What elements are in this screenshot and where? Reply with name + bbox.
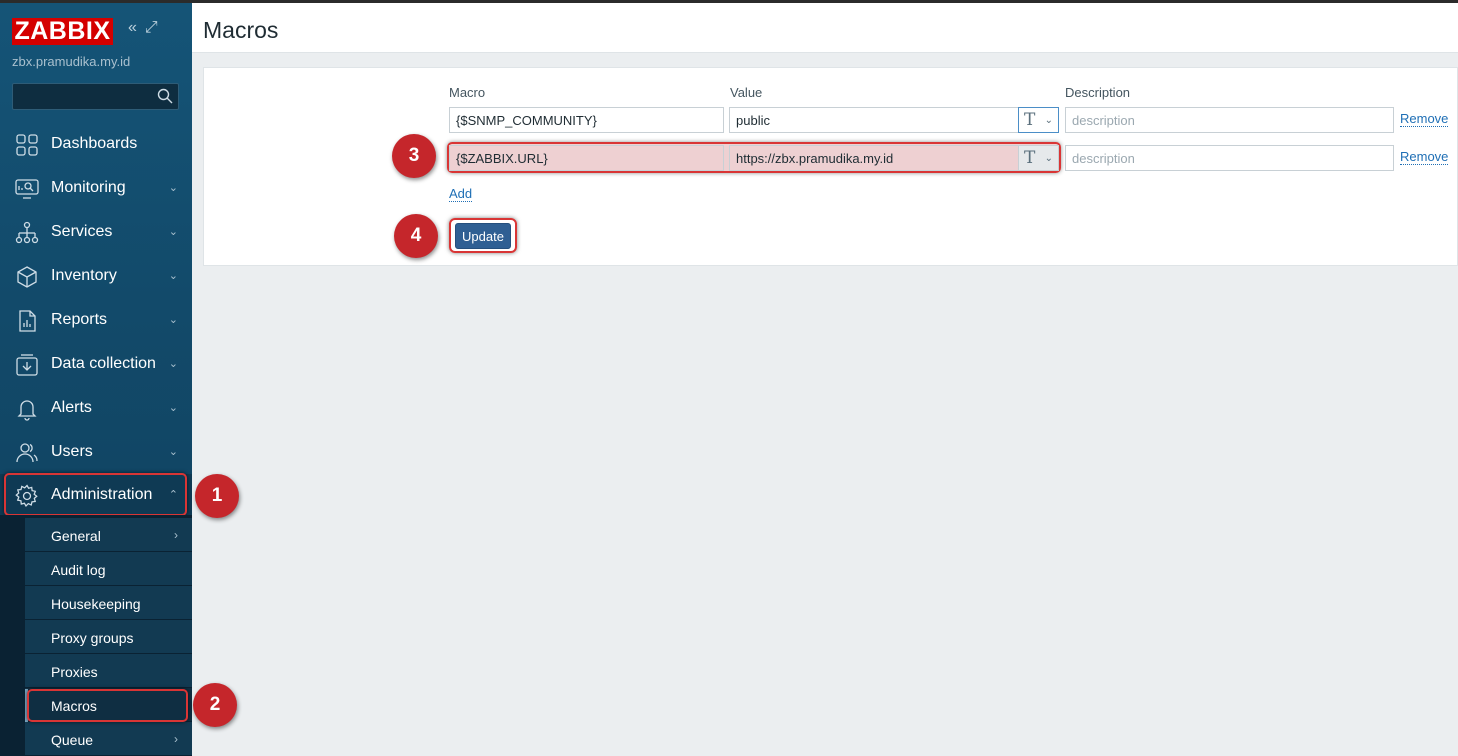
- server-name: zbx.pramudika.my.id: [12, 54, 131, 69]
- submenu-item-label: General: [51, 528, 101, 544]
- step-badge: 4: [394, 214, 438, 258]
- submenu-item-label: Queue: [51, 732, 94, 748]
- chevron-down-icon: ⌄: [168, 402, 178, 414]
- submenu-item-queue[interactable]: Queue ›: [25, 722, 192, 756]
- search-icon[interactable]: [157, 88, 173, 104]
- chevron-down-icon: ⌄: [1044, 115, 1053, 126]
- collapse-sidebar-icon[interactable]: «: [128, 19, 137, 36]
- chevron-right-icon: ›: [174, 732, 178, 746]
- value-type-button[interactable]: T ⌄: [1018, 107, 1059, 133]
- macro-name-input[interactable]: {$SNMP_COMMUNITY}: [449, 107, 724, 133]
- chevron-right-icon: ›: [174, 528, 178, 542]
- chevron-down-icon: ⌄: [168, 270, 178, 282]
- macro-description-input[interactable]: description: [1065, 107, 1394, 133]
- sidebar-item-label: Services: [51, 223, 113, 240]
- macro-description-input[interactable]: description: [1065, 145, 1394, 171]
- submenu-item-audit-log[interactable]: Audit log: [25, 552, 192, 586]
- sidebar-item-label: Dashboards: [51, 135, 138, 152]
- page-header: Macros: [192, 3, 1458, 53]
- chevron-down-icon: ⌄: [168, 446, 178, 458]
- sidebar-item-dashboards[interactable]: Dashboards: [0, 123, 192, 167]
- page-title: Macros: [203, 17, 279, 43]
- step-badge: 2: [193, 683, 237, 727]
- search-box: [12, 83, 179, 110]
- reports-icon: [19, 310, 36, 332]
- step-badge: 3: [392, 134, 436, 178]
- macro-value-input[interactable]: public: [729, 107, 1019, 133]
- macro-value-input[interactable]: https://zbx.pramudika.my.id: [729, 145, 1019, 171]
- administration-highlight: [4, 473, 187, 516]
- sidebar-item-inventory[interactable]: Inventory ⌄: [0, 255, 192, 299]
- sidebar-item-data-collection[interactable]: Data collection ⌄: [0, 343, 192, 387]
- step-badge: 1: [195, 474, 239, 518]
- chevron-down-icon: ⌄: [168, 314, 178, 326]
- remove-link[interactable]: Remove: [1400, 150, 1449, 165]
- alerts-icon: [17, 400, 37, 421]
- submenu-item-proxy-groups[interactable]: Proxy groups: [25, 620, 192, 654]
- chevron-down-icon: ⌄: [168, 226, 178, 238]
- text-type-icon: T: [1024, 148, 1036, 168]
- chevron-down-icon: ⌄: [1044, 153, 1053, 164]
- sidebar-item-label: Reports: [51, 311, 108, 328]
- sidebar-item-users[interactable]: Users ⌄: [0, 431, 192, 475]
- sidebar-item-label: Monitoring: [51, 179, 126, 196]
- submenu-item-proxies[interactable]: Proxies: [25, 654, 192, 688]
- data-collection-icon: [16, 354, 38, 376]
- submenu-item-label: Housekeeping: [51, 596, 141, 612]
- users-icon: [16, 443, 38, 463]
- column-header-macro: Macro: [449, 85, 486, 100]
- monitoring-icon: [15, 179, 39, 199]
- submenu-item-general[interactable]: General ›: [25, 518, 192, 552]
- dashboards-icon: [16, 134, 38, 156]
- sidebar-item-label: Data collection: [51, 355, 156, 372]
- chevron-down-icon: ⌄: [168, 182, 178, 194]
- add-macro-link[interactable]: Add: [449, 187, 473, 202]
- search-input[interactable]: [13, 84, 153, 109]
- chevron-down-icon: ⌄: [168, 358, 178, 370]
- zabbix-logo[interactable]: ZABBIX: [12, 18, 113, 45]
- submenu-item-label: Audit log: [51, 562, 106, 578]
- sidebar-item-label: Users: [51, 443, 93, 460]
- kiosk-mode-icon[interactable]: ⤢: [145, 19, 158, 36]
- value-type-button[interactable]: T ⌄: [1018, 145, 1059, 171]
- sidebar-item-label: Inventory: [51, 267, 117, 284]
- services-icon: [15, 221, 39, 244]
- sidebar-item-alerts[interactable]: Alerts ⌄: [0, 387, 192, 431]
- column-header-value: Value: [730, 85, 763, 100]
- column-header-description: Description: [1065, 85, 1131, 100]
- submenu-item-label: Proxy groups: [51, 630, 134, 646]
- sidebar-item-reports[interactable]: Reports ⌄: [0, 299, 192, 343]
- inventory-icon: [17, 266, 37, 288]
- update-button[interactable]: Update: [455, 223, 511, 249]
- submenu-item-label: Proxies: [51, 664, 98, 680]
- macros-highlight: [27, 689, 188, 722]
- sidebar-item-label: Alerts: [51, 399, 92, 416]
- macro-name-input[interactable]: {$ZABBIX.URL}: [449, 145, 724, 171]
- sidebar-controls: «⤢: [128, 19, 166, 37]
- sidebar-item-monitoring[interactable]: Monitoring ⌄: [0, 167, 192, 211]
- submenu-item-housekeeping[interactable]: Housekeeping: [25, 586, 192, 620]
- text-type-icon: T: [1024, 110, 1036, 130]
- remove-link[interactable]: Remove: [1400, 112, 1449, 127]
- sidebar-item-services[interactable]: Services ⌄: [0, 211, 192, 255]
